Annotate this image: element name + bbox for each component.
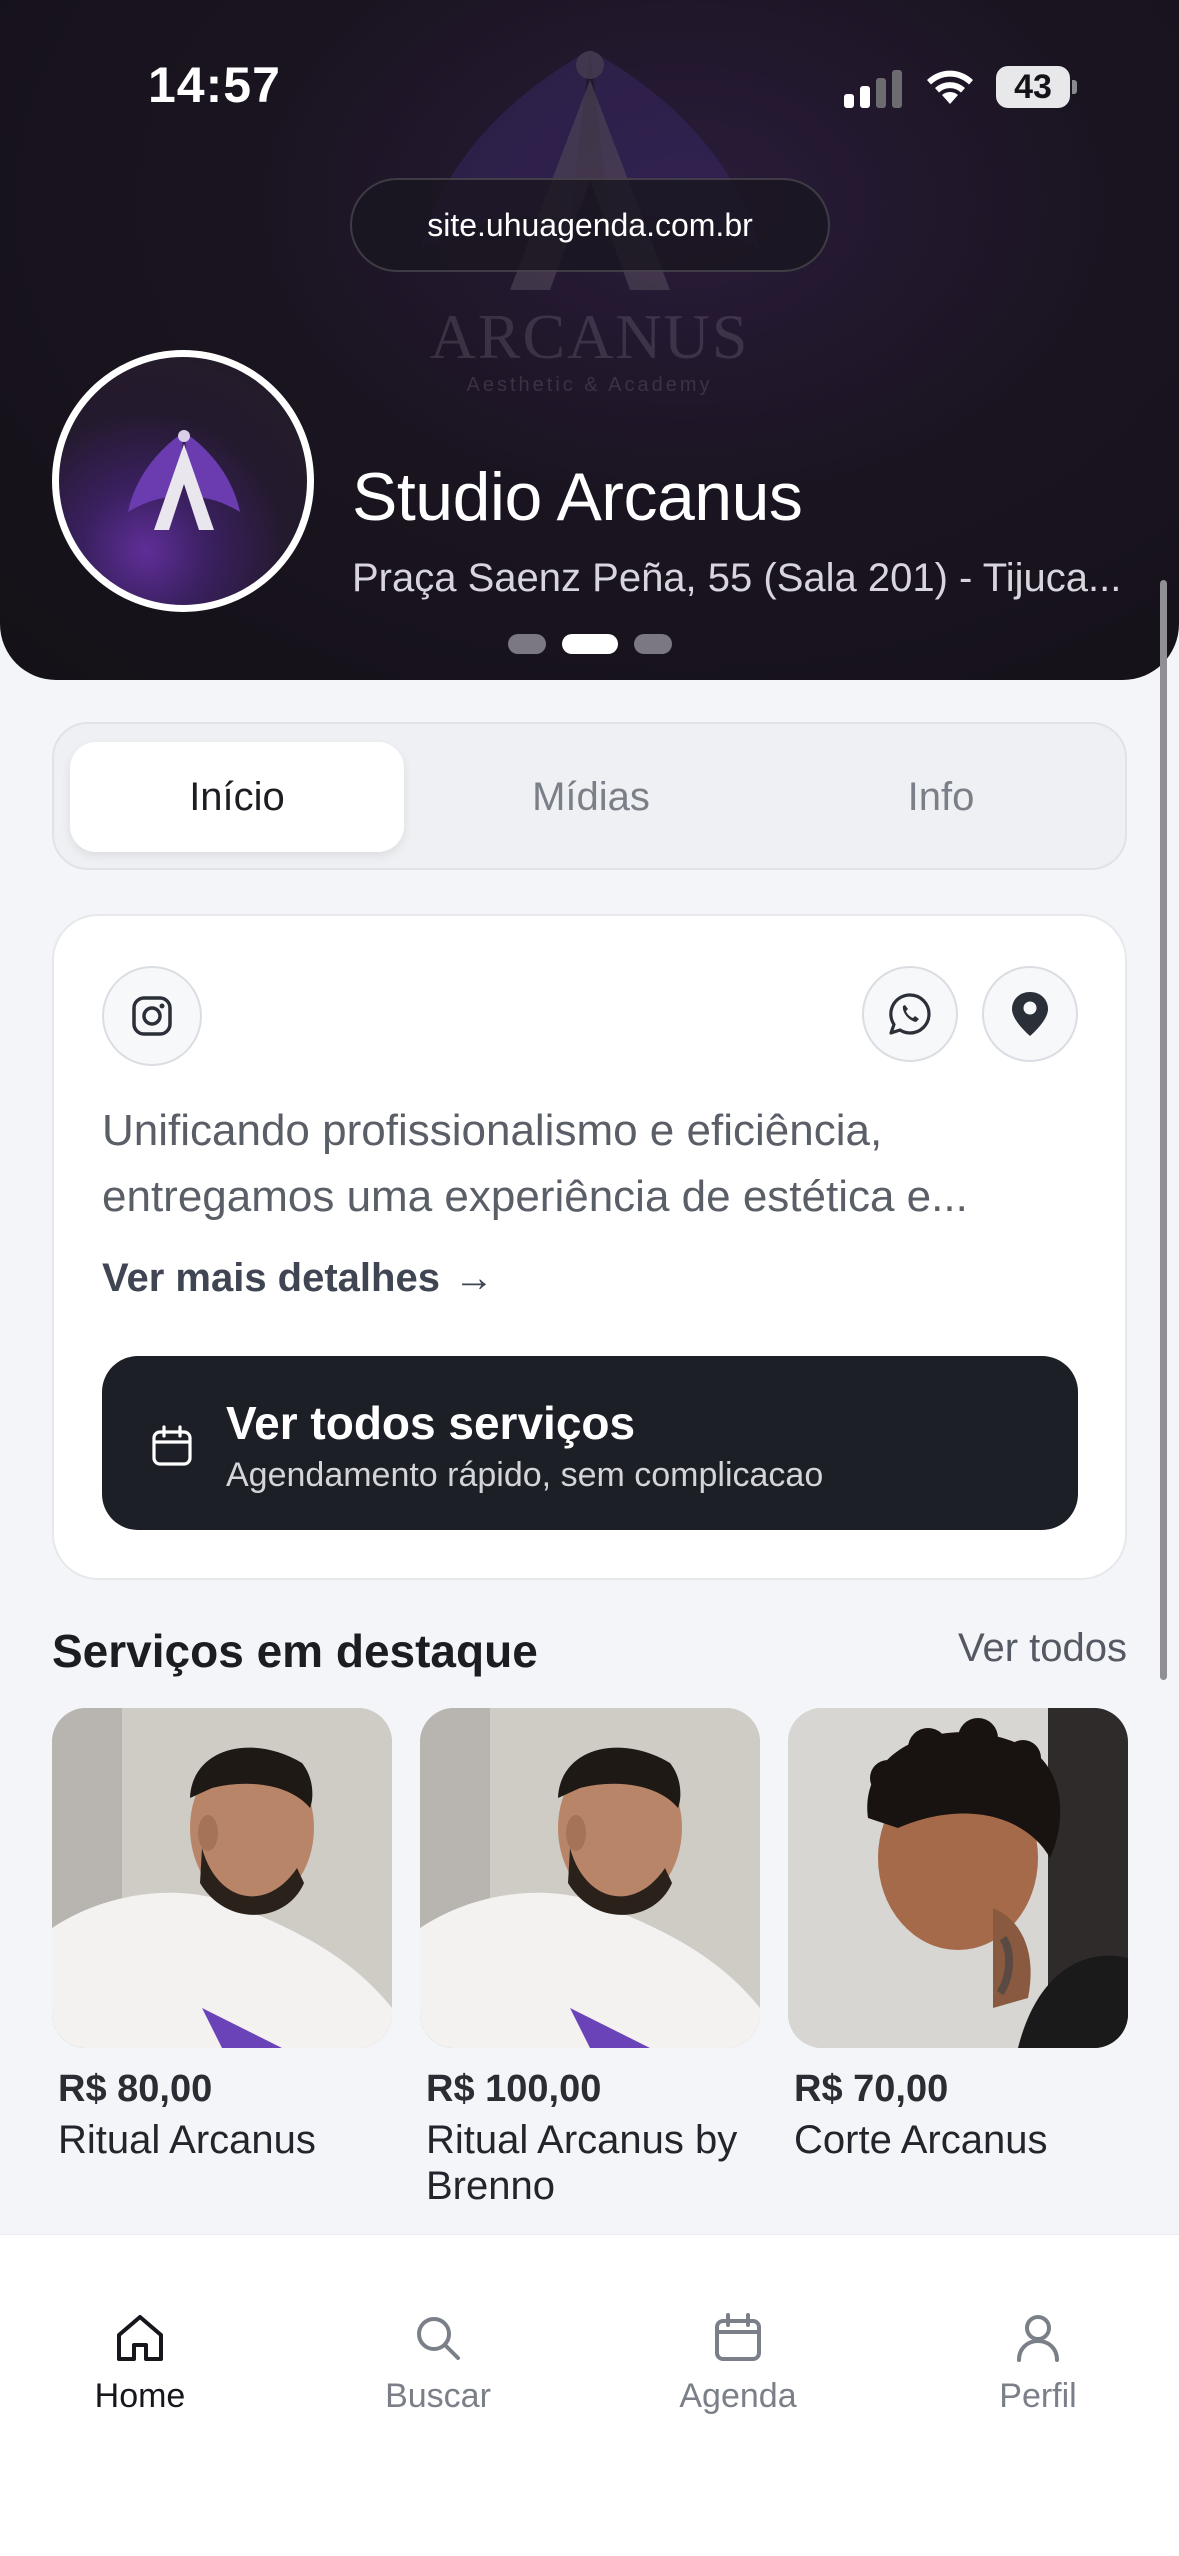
whatsapp-button[interactable] xyxy=(862,966,958,1062)
status-bar: 14:57 43 xyxy=(0,0,1179,170)
arcanus-logo-icon xyxy=(128,430,240,530)
studio-address[interactable]: Praça Saenz Peña, 55 (Sala 201) - Tijuca… xyxy=(352,556,1132,601)
arrow-right-icon: → xyxy=(453,1256,494,1300)
more-details-link[interactable]: Ver mais detalhes → xyxy=(102,1256,494,1301)
battery-level: 43 xyxy=(1014,68,1052,106)
service-price: R$ 100,00 xyxy=(426,2068,602,2110)
wifi-icon xyxy=(927,70,973,104)
service-photo xyxy=(52,1708,392,2048)
studio-info-card: Unificando profissionalismo e eficiência… xyxy=(52,914,1127,1580)
nav-profile[interactable]: Perfil xyxy=(938,2311,1138,2416)
studio-description: Unificando profissionalismo e eficiência… xyxy=(102,1106,968,1221)
url-bar[interactable]: site.uhuagenda.com.br xyxy=(350,178,830,272)
home-icon xyxy=(117,2315,163,2361)
nav-search-label: Buscar xyxy=(385,2377,491,2415)
user-icon xyxy=(1017,2315,1059,2362)
status-time: 14:57 xyxy=(148,57,281,113)
service-photo xyxy=(420,1708,760,2048)
nav-search[interactable]: Buscar xyxy=(338,2311,538,2416)
location-button[interactable] xyxy=(982,966,1078,1062)
tab-info[interactable]: Info xyxy=(774,742,1108,852)
nav-agenda[interactable]: Agenda xyxy=(638,2311,838,2416)
hero-header: ARCANUS Aesthetic & Academy 14:57 43 sit… xyxy=(0,0,1179,680)
carousel-dots[interactable] xyxy=(508,634,672,654)
view-all-services-button[interactable]: Ver todos serviços Agendamento rápido, s… xyxy=(102,1356,1078,1530)
service-name: Corte Arcanus xyxy=(794,2118,1048,2162)
studio-name: Studio Arcanus xyxy=(352,459,803,535)
bottom-navigation: Home Buscar Agenda Perfil xyxy=(0,2234,1179,2556)
tab-inicio[interactable]: Início xyxy=(70,742,404,852)
carousel-dot[interactable] xyxy=(634,634,672,654)
search-icon xyxy=(417,2317,460,2360)
nav-home[interactable]: Home xyxy=(40,2311,240,2416)
service-name: Ritual Arcanus xyxy=(58,2118,316,2162)
service-name: Ritual Arcanus by Brenno xyxy=(426,2118,738,2208)
service-price: R$ 70,00 xyxy=(794,2068,949,2110)
featured-services-title: Serviços em destaque xyxy=(52,1625,538,1677)
calendar-icon xyxy=(152,1425,192,1466)
service-card[interactable]: R$ 100,00 Ritual Arcanus by Brenno xyxy=(420,1708,760,2209)
service-price: R$ 80,00 xyxy=(58,2068,213,2110)
battery-icon: 43 xyxy=(996,66,1077,108)
tab-midias[interactable]: Mídias xyxy=(424,742,758,852)
service-card[interactable]: R$ 80,00 Ritual Arcanus xyxy=(52,1708,392,2163)
more-details-label: Ver mais detalhes xyxy=(102,1256,440,1300)
calendar-icon xyxy=(715,2313,761,2361)
cellular-signal-icon xyxy=(844,68,902,108)
tab-bar: Início Mídias Info xyxy=(52,722,1127,870)
service-card[interactable]: R$ 70,00 Corte Arcanus xyxy=(788,1708,1128,2163)
nav-home-label: Home xyxy=(94,2377,186,2415)
nav-agenda-label: Agenda xyxy=(679,2377,797,2415)
carousel-dot-active[interactable] xyxy=(562,634,618,654)
carousel-dot[interactable] xyxy=(508,634,546,654)
scrollbar[interactable] xyxy=(1160,580,1167,1680)
instagram-icon xyxy=(132,996,172,1036)
service-photo xyxy=(788,1708,1128,2048)
whatsapp-icon xyxy=(889,993,931,1035)
instagram-button[interactable] xyxy=(102,966,202,1066)
see-all-link[interactable]: Ver todos xyxy=(958,1626,1127,1671)
services-button-title: Ver todos serviços xyxy=(226,1397,636,1449)
nav-profile-label: Perfil xyxy=(999,2377,1077,2415)
services-button-subtitle: Agendamento rápido, sem complicacao xyxy=(226,1456,824,1494)
location-pin-icon xyxy=(1012,992,1048,1036)
studio-avatar[interactable] xyxy=(52,350,314,612)
